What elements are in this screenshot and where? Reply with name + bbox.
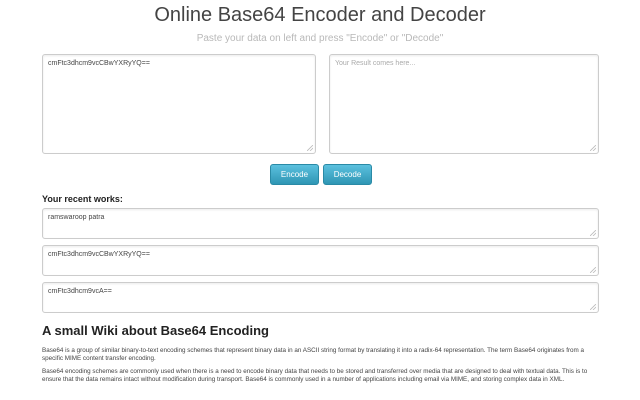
output-textarea[interactable]: Your Result comes here...: [329, 54, 599, 154]
recent-item[interactable]: cmFtc3dhcm9vcCBwYXRyYQ==: [42, 245, 599, 276]
page-subtitle: Paste your data on left and press "Encod…: [196, 33, 444, 44]
decode-button[interactable]: Decode: [323, 164, 372, 185]
recent-item-text: cmFtc3dhcm9vcA==: [48, 288, 112, 295]
resize-handle-icon[interactable]: [590, 145, 596, 151]
resize-handle-icon[interactable]: [590, 267, 596, 273]
recent-item-text: ramswaroop patra: [48, 214, 105, 221]
resize-handle-icon[interactable]: [307, 145, 313, 151]
input-textarea[interactable]: cmFtc3dhcm9vcCBwYXRyYQ==: [42, 54, 316, 154]
recent-item[interactable]: ramswaroop patra: [42, 208, 599, 239]
wiki-heading: A small Wiki about Base64 Encoding: [42, 323, 269, 338]
input-text: cmFtc3dhcm9vcCBwYXRyYQ==: [48, 60, 150, 67]
wiki-paragraph: Base64 encoding schemes are commonly use…: [42, 368, 588, 383]
resize-handle-icon[interactable]: [590, 230, 596, 236]
recent-works-heading: Your recent works:: [42, 194, 123, 204]
encode-button[interactable]: Encode: [270, 164, 319, 185]
wiki-paragraph: Base64 is a group of similar binary-to-t…: [42, 347, 585, 362]
resize-handle-icon[interactable]: [590, 304, 596, 310]
recent-item-text: cmFtc3dhcm9vcCBwYXRyYQ==: [48, 251, 150, 258]
page-title: Online Base64 Encoder and Decoder: [154, 4, 486, 26]
output-placeholder: Your Result comes here...: [335, 60, 416, 67]
recent-item[interactable]: cmFtc3dhcm9vcA==: [42, 282, 599, 313]
